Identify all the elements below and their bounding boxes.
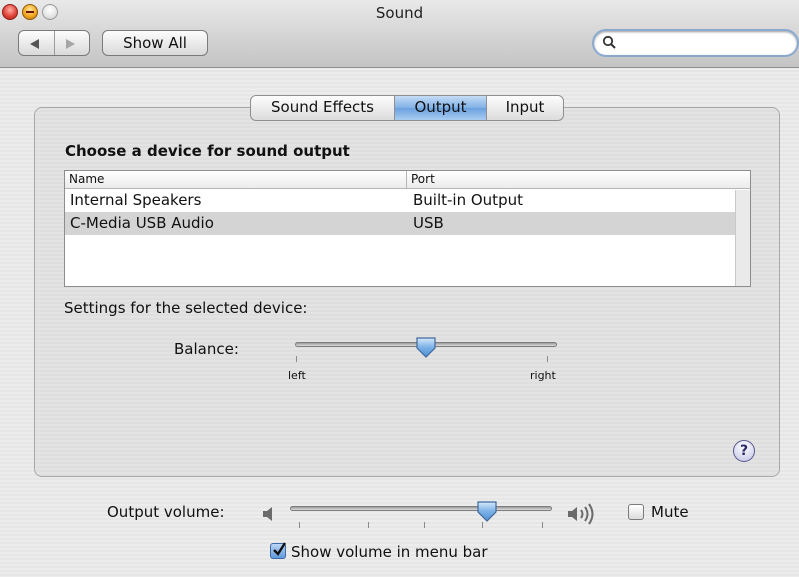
device-table: Name Port Internal Speakers Built-in Out… [64,170,751,287]
mute-label[interactable]: Mute [651,503,689,521]
search-icon [602,35,616,49]
balance-tick-right [547,356,548,362]
tab-output[interactable]: Output [395,96,487,120]
speaker-low-icon [263,507,272,521]
column-header-port[interactable]: Port [411,172,435,186]
balance-slider-thumb[interactable] [414,336,438,360]
help-button[interactable]: ? [733,440,755,462]
sound-preferences-window: Sound Show All Sound Effects Output Inpu… [0,0,799,577]
back-arrow-icon [30,39,39,49]
balance-left-label: left [288,369,306,382]
checkmark-icon [273,542,287,556]
back-forward-control [18,30,90,56]
device-name: C-Media USB Audio [70,214,214,232]
search-field[interactable] [592,29,799,57]
forward-arrow-icon [65,39,75,49]
output-volume-label: Output volume: [107,503,225,521]
volume-slider-thumb[interactable] [475,500,499,524]
column-header-name[interactable]: Name [69,172,104,186]
speaker-high-icon [568,503,594,525]
device-port: Built-in Output [413,191,523,209]
mute-checkbox[interactable] [628,504,644,520]
volume-tick [368,522,369,528]
balance-label: Balance: [174,340,239,358]
output-volume-slider[interactable] [286,500,556,534]
balance-right-label: right [530,369,556,382]
table-header: Name Port [65,171,750,189]
tab-input[interactable]: Input [487,96,563,120]
table-row[interactable]: Internal Speakers Built-in Output [65,189,750,212]
volume-tick [299,522,300,528]
balance-slider[interactable] [291,336,561,376]
show-volume-checkbox[interactable] [270,542,287,559]
volume-slider-track [290,506,552,511]
device-port: USB [413,214,444,232]
table-scrollbar[interactable] [735,190,750,286]
show-volume-label[interactable]: Show volume in menu bar [291,543,488,561]
tab-content-panel [34,107,780,477]
title-bar: Sound Show All [0,0,799,68]
forward-button[interactable] [55,31,90,55]
show-all-button[interactable]: Show All [102,30,208,56]
back-button[interactable] [19,31,55,55]
settings-label: Settings for the selected device: [64,299,308,317]
column-divider [406,171,407,189]
volume-tick [542,522,543,528]
window-title: Sound [375,4,424,22]
tab-sound-effects[interactable]: Sound Effects [251,96,395,120]
device-name: Internal Speakers [70,191,202,209]
volume-tick [424,522,425,528]
table-row-selected[interactable]: C-Media USB Audio USB [65,212,750,235]
balance-tick-left [296,356,297,362]
output-heading: Choose a device for sound output [65,142,350,160]
tab-bar: Sound Effects Output Input [250,95,564,121]
